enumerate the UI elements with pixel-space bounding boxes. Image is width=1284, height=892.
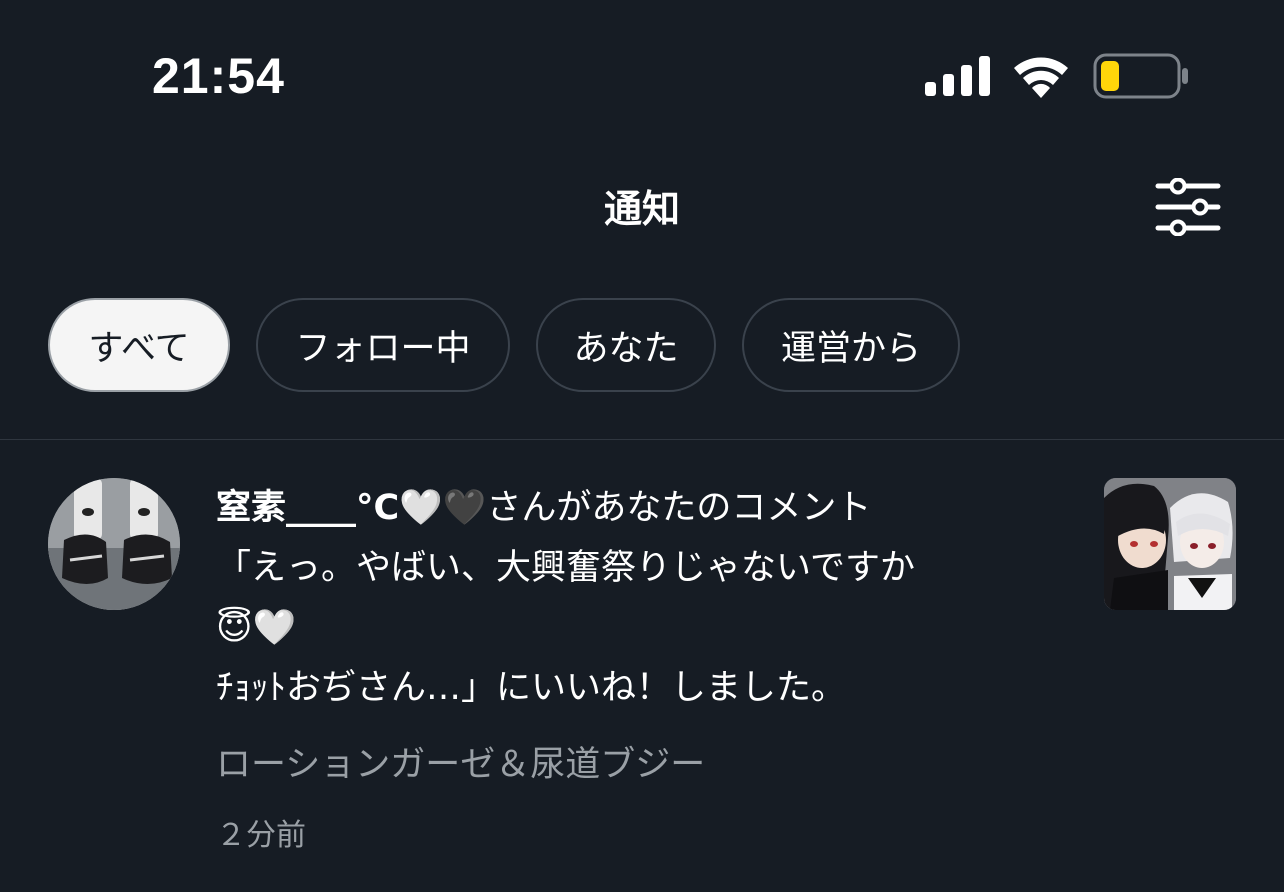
battery-icon (1093, 53, 1188, 99)
user-name[interactable]: 窒素____°C🤍🖤 (216, 488, 486, 528)
wifi-icon (1014, 57, 1068, 98)
notification-message: 窒素____°C🤍🖤さんがあなたのコメント 「えっ。やばい、大興奮祭りじゃないで… (216, 478, 1076, 718)
post-thumbnail[interactable] (1104, 478, 1236, 610)
tab-you[interactable]: あなた (536, 298, 716, 392)
message-line-4: ﾁｮｯﾄおぢさん…」にいいね！しました。 (216, 668, 847, 708)
tab-official[interactable]: 運営から (742, 298, 960, 392)
filter-tabs: すべて フォロー中 あなた 運営から (48, 298, 960, 392)
message-line-3: 😇🤍 (216, 608, 297, 648)
timestamp: ２分前 (216, 818, 306, 853)
message-text-1: さんがあなたのコメント (486, 488, 872, 528)
avatar[interactable] (48, 478, 180, 610)
message-line-1: 窒素____°C🤍🖤さんがあなたのコメント (216, 478, 1076, 538)
post-title[interactable]: ローションガーゼ＆尿道ブジー (216, 742, 705, 788)
tab-all[interactable]: すべて (48, 298, 230, 392)
status-time: 21:54 (152, 48, 285, 104)
message-line-2: 「えっ。やばい、大興奮祭りじゃないですか (216, 548, 915, 588)
page-title: 通知 (603, 187, 680, 231)
cellular-signal-icon (925, 56, 990, 96)
post-thumbnail-image (1104, 478, 1236, 610)
avatar-image (48, 478, 180, 610)
notification-item[interactable]: 窒素____°C🤍🖤さんがあなたのコメント 「えっ。やばい、大興奮祭りじゃないで… (0, 440, 1284, 892)
tab-following[interactable]: フォロー中 (256, 298, 510, 392)
notification-settings-button[interactable] (1154, 177, 1222, 237)
notifications-screen: 21:54 通知 すべて フォロー中 あなた 運営から 窒素____°C🤍🖤さん… (0, 0, 1284, 892)
sliders-icon (1155, 177, 1221, 237)
